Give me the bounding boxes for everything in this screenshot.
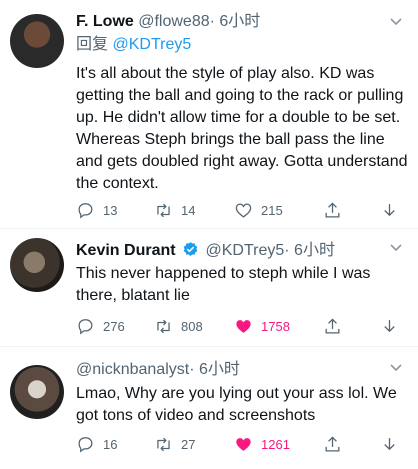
more-caret-icon[interactable] (386, 14, 406, 28)
tweet-header: @nicknbanalyst· 6小时 (76, 360, 240, 380)
author-handle[interactable]: @flowe88 (138, 13, 209, 30)
retweet-icon (157, 319, 170, 333)
tweet-time[interactable]: · 6小时 (284, 242, 335, 259)
download-button[interactable] (380, 315, 407, 337)
reply-count: 16 (103, 436, 118, 452)
action-bar: 13 14 215 (76, 199, 418, 221)
more-caret-icon[interactable] (386, 360, 406, 374)
retweet-button[interactable]: 14 (154, 199, 195, 221)
author-name[interactable]: F. Lowe (76, 13, 134, 30)
like-icon (236, 319, 251, 333)
download-icon (384, 319, 395, 332)
share-icon (325, 435, 340, 451)
like-count: 215 (261, 202, 283, 218)
share-button[interactable] (323, 199, 350, 221)
retweet-count: 808 (181, 318, 203, 334)
download-button[interactable] (380, 433, 407, 455)
reply-icon (78, 436, 93, 452)
like-button[interactable]: 215 (234, 199, 283, 221)
download-icon (384, 203, 395, 216)
like-count: 1261 (261, 436, 290, 452)
avatar[interactable] (10, 365, 64, 419)
avatar[interactable] (10, 14, 64, 68)
reply-context: 回复 @KDTrey5 (76, 35, 191, 55)
tweet-header: F. Lowe @flowe88· 6小时 (76, 12, 260, 32)
reply-button[interactable]: 276 (76, 315, 125, 337)
download-icon (384, 437, 395, 450)
reply-button[interactable]: 16 (76, 433, 117, 455)
author-handle[interactable]: @KDTrey5 (205, 242, 284, 259)
tweet-time[interactable]: · 6小时 (189, 361, 240, 378)
retweet-icon (157, 437, 170, 451)
retweet-count: 14 (181, 202, 196, 218)
reply-mention-link[interactable]: @KDTrey5 (112, 36, 191, 53)
more-caret-icon[interactable] (386, 240, 406, 254)
tweet-time[interactable]: · 6小时 (210, 13, 261, 30)
like-icon (236, 437, 251, 451)
share-icon (325, 201, 340, 217)
share-button[interactable] (323, 315, 350, 337)
like-button[interactable]: 1261 (234, 433, 290, 455)
avatar[interactable] (10, 238, 64, 292)
retweet-button[interactable]: 808 (154, 315, 203, 337)
author-handle[interactable]: @nicknbanalyst (76, 361, 189, 378)
share-icon (325, 317, 340, 333)
action-bar: 276 808 1758 (76, 315, 418, 337)
like-button[interactable]: 1758 (234, 315, 290, 337)
download-button[interactable] (380, 199, 407, 221)
action-bar: 16 27 1261 (76, 433, 418, 455)
tweet-text: This never happened to steph while I was… (76, 265, 371, 304)
retweet-icon (157, 203, 170, 217)
verified-badge-icon (183, 242, 198, 256)
tweet-text: It's all about the style of play also. K… (76, 65, 408, 192)
retweet-count: 27 (181, 436, 196, 452)
like-count: 1758 (261, 318, 290, 334)
retweet-button[interactable]: 27 (154, 433, 195, 455)
divider (0, 228, 418, 229)
divider (0, 346, 418, 347)
reply-count: 13 (103, 202, 118, 218)
reply-icon (78, 318, 93, 334)
tweet-header: Kevin Durant @KDTrey5· 6小时 (76, 241, 335, 261)
reply-icon (78, 202, 93, 218)
reply-prefix: 回复 (76, 36, 109, 53)
share-button[interactable] (323, 433, 350, 455)
reply-count: 276 (103, 318, 125, 334)
tweet-text: Lmao, Why are you lying out your ass lol… (76, 385, 397, 424)
author-name[interactable]: Kevin Durant (76, 242, 176, 259)
like-icon (235, 203, 252, 218)
reply-button[interactable]: 13 (76, 199, 117, 221)
